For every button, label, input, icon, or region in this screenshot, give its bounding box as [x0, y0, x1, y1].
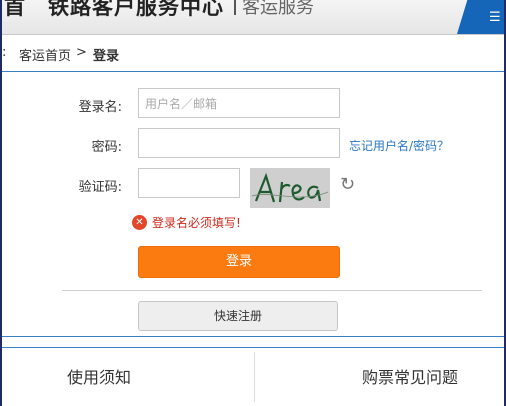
breadcrumb-current: 登录 [93, 49, 120, 64]
captcha-image[interactable]: Afea [250, 168, 330, 208]
login-button[interactable]: 登录 [138, 246, 340, 278]
breadcrumb-separator: > [76, 45, 87, 60]
error-message: 登录名必须填写! [152, 216, 241, 230]
footer-rule-bottom [2, 347, 504, 348]
breadcrumb-lead: : [2, 45, 7, 60]
username-label: 登录名: [78, 100, 122, 115]
breadcrumb: : 客运首页 > 登录 [2, 35, 504, 72]
footer-usage-notice-link[interactable]: 使用须知 [67, 364, 131, 388]
username-input[interactable]: 用户名／邮箱 [138, 88, 340, 118]
quick-register-button[interactable]: 快速注册 [138, 301, 338, 331]
captcha-input[interactable] [138, 168, 240, 198]
login-page: 首 铁路客户服务中心 客运服务 ☰ : 客运首页 > 登录 登录名: 用户名／邮… [2, 0, 504, 406]
password-input[interactable] [138, 128, 340, 158]
site-title: 首 铁路客户服务中心 [4, 0, 224, 19]
footer-column-divider [254, 352, 255, 402]
menu-icon[interactable]: ☰ [489, 10, 501, 25]
header-divider [234, 0, 236, 15]
captcha-text: Afea [254, 178, 257, 181]
error-icon: ✕ [132, 215, 147, 230]
footer-rule-top [2, 336, 504, 337]
breadcrumb-home-link[interactable]: 客运首页 [19, 45, 71, 64]
forgot-password-link[interactable]: 忘记用户名/密码？ [349, 137, 449, 154]
site-header: 首 铁路客户服务中心 客运服务 ☰ [2, 0, 504, 35]
captcha-label: 验证码: [78, 180, 122, 195]
password-label: 密码: [91, 140, 122, 155]
captcha-glyphs: Afea [251, 172, 329, 203]
site-subtitle: 客运服务 [242, 0, 314, 18]
form-divider [62, 290, 482, 291]
refresh-captcha-icon[interactable]: ↻ [340, 174, 355, 195]
footer-faq-link[interactable]: 购票常见问题 [362, 364, 458, 388]
